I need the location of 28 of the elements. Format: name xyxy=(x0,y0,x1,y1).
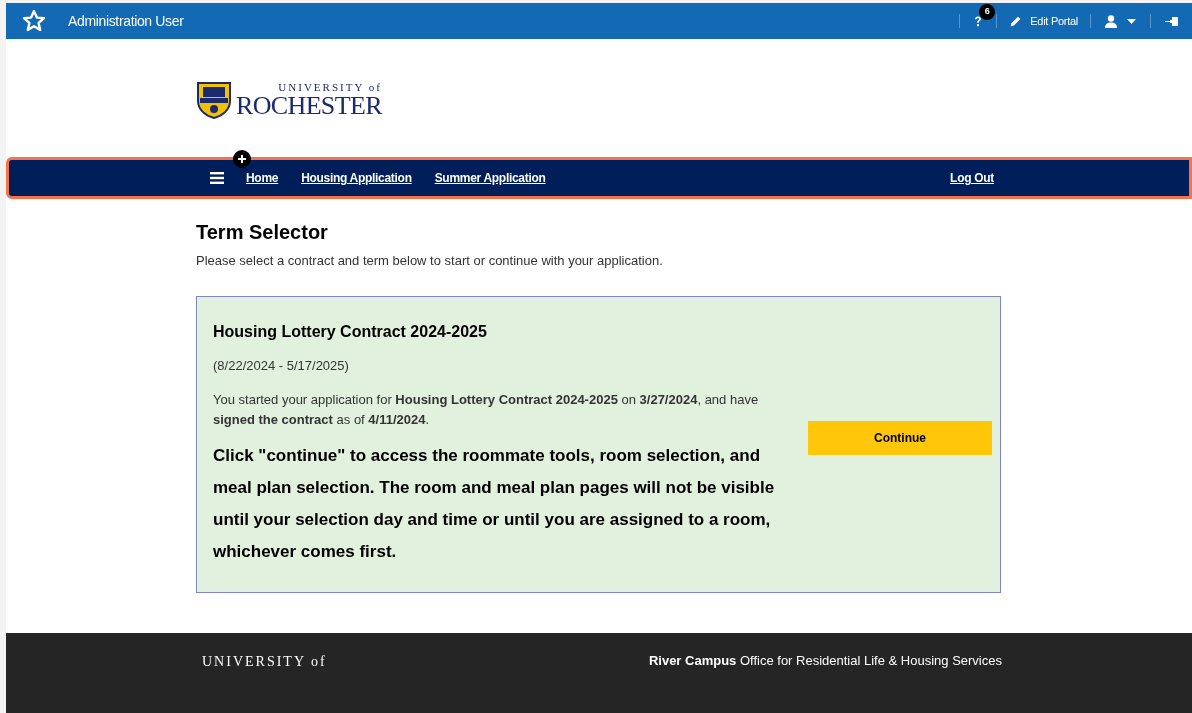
star-icon[interactable] xyxy=(22,9,46,33)
contract-title: Housing Lottery Contract 2024-2025 xyxy=(213,322,488,343)
university-logo[interactable]: UNIVERSITY of ROCHESTER xyxy=(196,81,382,119)
intro-text: Please select a contract and term below to start or continue with your application. xyxy=(196,252,664,270)
pencil-icon xyxy=(1009,14,1023,28)
logo-text: UNIVERSITY of xyxy=(278,81,382,93)
nav-link[interactable]: Home xyxy=(246,169,279,187)
footer-logo-text: UNIVERSITY of xyxy=(202,653,327,671)
logo-text: ROCHESTER xyxy=(236,92,382,119)
help-icon[interactable] xyxy=(974,15,983,27)
office-name: River Campus Office for Residential Life & Housing Services xyxy=(648,652,1002,670)
edit-portal-button[interactable]: Edit Portal xyxy=(997,12,1090,30)
nav-link[interactable]: Housing Application xyxy=(301,169,412,187)
continue-button[interactable]: Continue xyxy=(808,421,992,455)
caret-icon xyxy=(1127,18,1136,24)
page-heading: Term Selector xyxy=(196,220,329,245)
user-icon xyxy=(1105,14,1117,28)
notice-text: Click "continue" to access the roommate tools, room selection, and meal plan selection. The room and meal plan pages will not be visible until your selection day and time or until you are assigned to a room, whichever comes first. xyxy=(213,444,776,563)
notification-badge: 6 xyxy=(979,4,996,20)
menu-icon[interactable] xyxy=(210,172,224,184)
user-title: Administration User xyxy=(68,11,184,31)
application-status-text: You started your application for Housing Lottery Contract 2024-2025 on 3/27/2024, and have signed the contract as of 4/11/2024. xyxy=(213,390,760,429)
crest-icon xyxy=(196,81,232,119)
contract-dates: (8/22/2024 - 5/17/2025) xyxy=(213,357,350,376)
logout-link[interactable]: Log Out xyxy=(950,169,994,187)
nav-link[interactable]: Summer Application xyxy=(434,169,546,187)
marker-icon xyxy=(233,150,251,168)
pin-icon[interactable] xyxy=(1165,15,1178,27)
